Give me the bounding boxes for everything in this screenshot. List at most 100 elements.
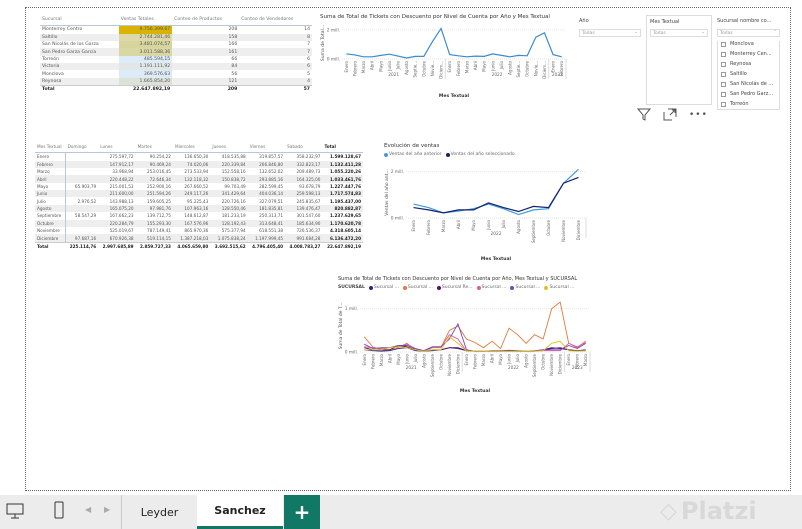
matrix-cell: 1.197.999,45 xyxy=(247,234,286,243)
matrix-cell: 90.469,24 xyxy=(135,160,173,168)
matrix-cell: 267.660,52 xyxy=(184,183,209,189)
checkbox[interactable] xyxy=(721,51,726,57)
table-cell: Monclova xyxy=(42,71,64,77)
tab-label: Leyder xyxy=(140,505,179,519)
matrix-cell: 148.612,87 xyxy=(184,213,209,219)
total-cell: 4.796.405,40 xyxy=(247,241,286,251)
matrix-cell: 1.599.128,67 xyxy=(330,154,361,160)
matrix-row: Diciembre 97.687,16 670.926,38 519.114,15 1.… xyxy=(35,234,363,243)
matrix-cell: 167.662,23 xyxy=(109,213,134,219)
x-tick-label: Abril xyxy=(490,354,495,363)
column-header: Domingo xyxy=(65,143,99,154)
matrix-cell: 293.885,16 xyxy=(247,175,286,183)
tab-leyder[interactable]: Leyder xyxy=(121,495,197,529)
chart-plot: Suma de Total... 0 mill.2 mill.Enero Febre… xyxy=(320,25,567,99)
x-tick-label: Novie... xyxy=(430,61,435,76)
tab-label: Sanchez xyxy=(214,504,266,517)
matrix-cell: 132.652,02 xyxy=(259,169,284,175)
x-tick-label: Diciem... xyxy=(542,61,547,79)
matrix-cell: 618.551,38 xyxy=(259,228,284,234)
matrix-cell: 93.678,79 xyxy=(299,183,321,189)
matrix-cell: 6.136.472,20 xyxy=(322,234,363,243)
matrix-cell: 266.846,80 xyxy=(247,160,286,168)
add-page-button[interactable]: + xyxy=(284,495,320,529)
x-tick-label: Marzo xyxy=(441,219,446,232)
total-cell: 22.647.892,19 xyxy=(322,241,363,251)
month-dropdown[interactable]: Todas ⌄ xyxy=(650,29,708,37)
matrix-cell: Marzo xyxy=(35,167,67,176)
matrix-cell: 245.835,67 xyxy=(296,198,321,204)
chevron-up-icon: ⌃ xyxy=(773,30,777,35)
branch-option[interactable]: Monterrey Cen... xyxy=(721,51,779,57)
focus-mode-icon[interactable] xyxy=(663,108,677,121)
checkbox[interactable] xyxy=(721,41,726,47)
chart-title: Evolución de ventas xyxy=(384,143,440,149)
branch-option[interactable]: San Pedro Garz... xyxy=(721,91,779,97)
x-tick-label: Septie... xyxy=(516,61,521,78)
x-tick-label: Septiembre xyxy=(531,219,536,243)
branch-option[interactable]: San Nicolás de ... xyxy=(721,81,779,87)
matrix-cell: 1.227.447,76 xyxy=(330,183,361,189)
x-tick-label: Mayo xyxy=(396,353,401,364)
branch-option[interactable]: Saltillo xyxy=(721,71,779,77)
desktop-view-icon[interactable] xyxy=(6,503,24,519)
mobile-view-icon[interactable] xyxy=(54,501,64,519)
filter-icon[interactable] xyxy=(637,108,651,121)
scroll-right-icon[interactable]: ▶ xyxy=(104,505,110,514)
matrix-cell: 820.882,87 xyxy=(322,204,363,213)
checkbox[interactable] xyxy=(721,61,726,67)
year-slicer[interactable]: Año Todas ⌄ xyxy=(579,18,641,37)
matrix-row: Enero 275.597,72 90.254,22 136.650,30 418.53… xyxy=(35,152,363,161)
more-options-icon[interactable]: ••• xyxy=(689,110,708,120)
x-tick-label: Noviembre xyxy=(447,353,452,375)
x-tick-label: Enero xyxy=(566,353,571,365)
branch-option[interactable]: Torreón xyxy=(721,101,779,107)
matrix-cell: 209.489,73 xyxy=(296,169,321,175)
x-tick-label: Julio xyxy=(515,353,520,363)
checkbox[interactable] xyxy=(721,71,726,77)
matrix-cell: Abril xyxy=(35,175,67,183)
branch-option[interactable]: Reynosa xyxy=(721,61,779,67)
series-line xyxy=(413,168,579,216)
month-slicer[interactable]: Mes Textual Todas ⌄ xyxy=(646,15,712,105)
legend-dot-icon xyxy=(368,285,373,290)
matrix-cell xyxy=(65,190,99,198)
table-cell: 121 xyxy=(172,77,240,86)
matrix-cell: 99.703,49 xyxy=(224,183,246,189)
total-cell: 4.008.783,27 xyxy=(285,241,323,251)
x-tick-label: Julio xyxy=(499,60,504,70)
y-tick-label: 0 mill. xyxy=(391,216,404,222)
branch-dropdown[interactable]: Todas ⌃ xyxy=(717,29,780,37)
year-dropdown[interactable]: Todas ⌄ xyxy=(579,29,641,37)
dropdown-value: Todas xyxy=(582,31,595,36)
matrix-cell: 220.726,16 xyxy=(221,198,246,204)
matrix-cell: 1.237.629,65 xyxy=(330,213,361,219)
total-cell: 2.997.685,89 xyxy=(98,241,136,251)
table-cell: 3.011.588,36 xyxy=(118,48,173,56)
matrix-cell: 252.900,16 xyxy=(146,183,171,189)
matrix-cell: 575.377,94 xyxy=(221,228,246,234)
table-row: Reynosa 1.665.854,20 121 4 xyxy=(40,77,312,86)
table-cell: 3.481.074,57 xyxy=(118,40,173,49)
matrix-cell: 143.988,13 xyxy=(109,198,134,204)
tab-sanchez[interactable]: Sanchez xyxy=(197,495,283,529)
option-label: San Pedro Garz... xyxy=(730,91,774,97)
total-cell: 57 xyxy=(239,85,312,94)
table-cell: Monterrey Centro xyxy=(42,27,83,33)
checkbox[interactable] xyxy=(721,81,726,87)
table-cell: 485.594,15 xyxy=(118,55,173,64)
x-axis-label: Mes Textual xyxy=(439,93,470,99)
branch-slicer[interactable]: Sucursal nombre co... Todas ⌃ Monclova Mon… xyxy=(717,18,780,110)
scroll-left-icon[interactable]: ◀ xyxy=(85,505,91,514)
x-tick-label: Junio xyxy=(404,353,409,364)
checkbox[interactable] xyxy=(721,91,726,97)
matrix-cell: 1.170.620,78 xyxy=(322,219,363,227)
checkbox[interactable] xyxy=(721,101,726,107)
x-tick-label: Abril xyxy=(387,354,392,363)
branch-option[interactable]: Monclova xyxy=(721,41,779,47)
matrix-cell: 181.835,81 xyxy=(247,204,286,213)
column-header: Mes Textual xyxy=(35,143,66,154)
x-tick-label: Octubre xyxy=(421,60,426,77)
x-tick-label: Enero xyxy=(411,219,416,231)
matrix-cell: 275.597,72 xyxy=(109,154,134,160)
